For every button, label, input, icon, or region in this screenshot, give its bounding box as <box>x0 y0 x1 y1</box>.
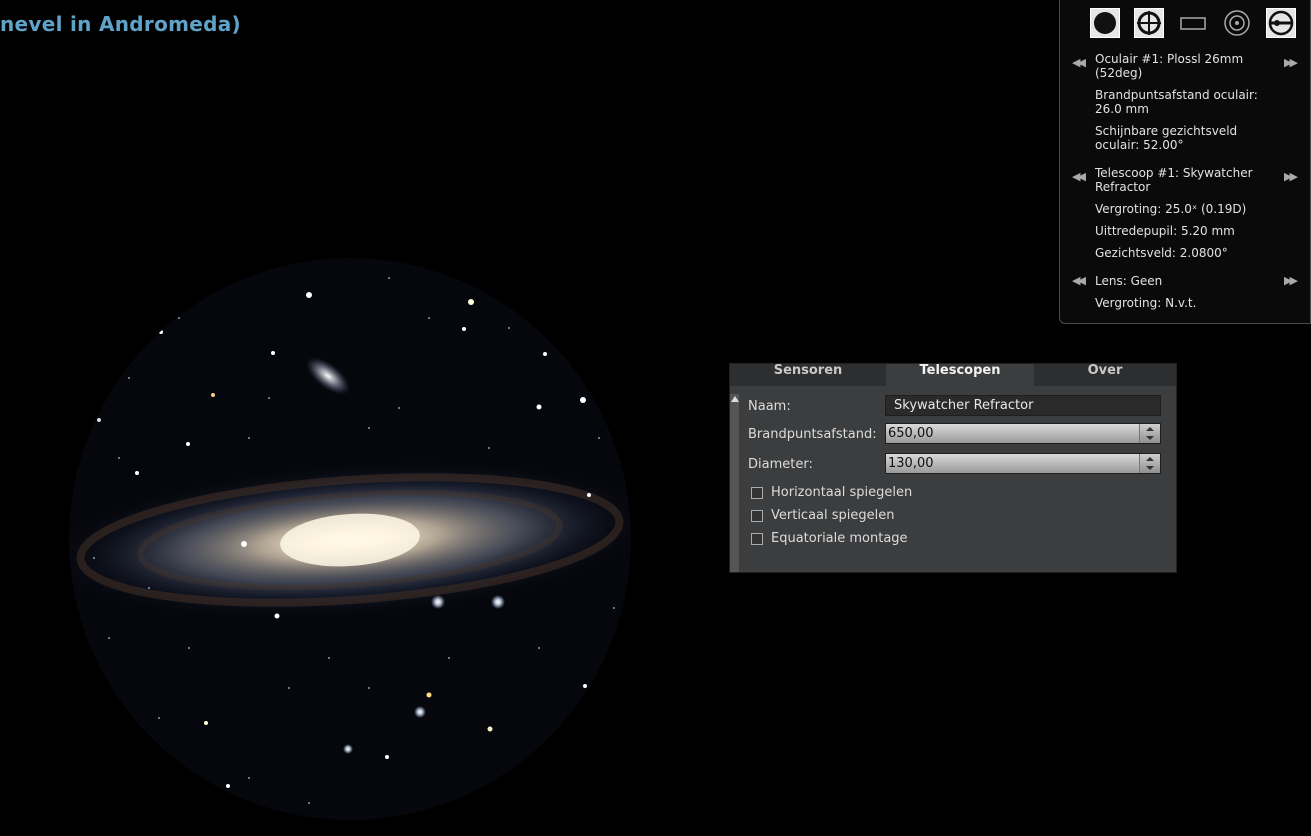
ocular-focal-length: Brandpuntsafstand oculair: 26.0 mm <box>1095 88 1258 116</box>
next-telescope-icon[interactable]: ▶▶ <box>1284 170 1298 183</box>
prev-ocular-icon[interactable]: ◀◀ <box>1072 56 1086 69</box>
stepper-up-icon[interactable] <box>1146 427 1154 431</box>
diameter-input[interactable]: 130,00 <box>885 453 1161 474</box>
name-input[interactable]: Skywatcher Refractor <box>885 395 1161 416</box>
equatorial-mount-checkbox[interactable] <box>751 533 763 545</box>
prev-telescope-icon[interactable]: ◀◀ <box>1072 170 1086 183</box>
next-ocular-icon[interactable]: ▶▶ <box>1284 56 1298 69</box>
horizontal-flip-checkbox[interactable] <box>751 487 763 499</box>
telescope-name: Telescoop #1: Skywatcher Refractor <box>1095 166 1253 194</box>
focal-length-value: 650,00 <box>888 426 934 441</box>
diameter-stepper[interactable] <box>1139 454 1160 473</box>
name-label: Naam: <box>748 399 791 414</box>
stepper-up-icon[interactable] <box>1146 457 1154 461</box>
horizontal-flip-label: Horizontaal spiegelen <box>771 485 913 500</box>
tab-sensoren[interactable]: Sensoren <box>730 364 886 386</box>
vertical-flip-label: Verticaal spiegelen <box>771 508 895 523</box>
object-title: nevel in Andromeda) <box>0 12 241 36</box>
telrad-icon[interactable] <box>1222 8 1252 38</box>
vertical-flip-checkbox[interactable] <box>751 510 763 522</box>
focal-length-row: Brandpuntsafstand: 650,00 <box>748 423 1161 445</box>
tab-telescopen[interactable]: Telescopen <box>886 364 1034 386</box>
diameter-label: Diameter: <box>748 457 813 472</box>
oculars-panel: ◀◀ ▶▶ Oculair #1: Plossl 26mm (52deg) Br… <box>1059 0 1311 324</box>
eyepiece-view[interactable] <box>69 258 631 820</box>
dialog-tabs: Sensoren Telescopen Over <box>730 364 1176 386</box>
diameter-row: Diameter: 130,00 <box>748 453 1161 475</box>
focal-length-input[interactable]: 650,00 <box>885 423 1161 444</box>
stepper-down-icon[interactable] <box>1146 436 1154 440</box>
exit-pupil: Uittredepupil: 5.20 mm <box>1095 224 1235 238</box>
ocular-name: Oculair #1: Plossl 26mm (52deg) <box>1095 52 1244 80</box>
vertical-flip-row[interactable]: Verticaal spiegelen <box>748 505 1048 527</box>
tab-over[interactable]: Over <box>1034 364 1176 386</box>
oculars-toolbar <box>1090 8 1300 40</box>
field-of-view: Gezichtsveld: 2.0800° <box>1095 246 1228 260</box>
equatorial-mount-row[interactable]: Equatoriale montage <box>748 528 1048 550</box>
telescope-config-dialog: Sensoren Telescopen Over Naam: Skywatche… <box>729 363 1177 573</box>
diameter-value: 130,00 <box>888 456 934 471</box>
lens-name: Lens: Geen <box>1095 274 1163 288</box>
magnification: Vergroting: 25.0ˣ (0.19D) <box>1095 202 1247 216</box>
ocular-apparent-fov: Schijnbare gezichtsveld oculair: 52.00° <box>1095 124 1238 152</box>
focal-length-label: Brandpuntsafstand: <box>748 427 877 442</box>
telescope-form: Naam: Skywatcher Refractor Brandpuntsafs… <box>748 394 1161 572</box>
next-lens-icon[interactable]: ▶▶ <box>1284 274 1298 287</box>
lens-magnification: Vergroting: N.v.t. <box>1095 296 1197 310</box>
stepper-down-icon[interactable] <box>1146 466 1154 470</box>
ocular-view-icon[interactable] <box>1090 8 1120 38</box>
crosshair-icon[interactable] <box>1134 8 1164 38</box>
settings-icon[interactable] <box>1266 8 1296 38</box>
equatorial-mount-label: Equatoriale montage <box>771 531 908 546</box>
focal-length-stepper[interactable] <box>1139 424 1160 443</box>
prev-lens-icon[interactable]: ◀◀ <box>1072 274 1086 287</box>
scroll-up-icon[interactable] <box>731 396 739 402</box>
name-row: Naam: Skywatcher Refractor <box>748 395 1161 417</box>
scrollbar[interactable] <box>730 394 739 572</box>
horizontal-flip-row[interactable]: Horizontaal spiegelen <box>748 482 1048 504</box>
sensor-frame-icon[interactable] <box>1178 8 1208 38</box>
